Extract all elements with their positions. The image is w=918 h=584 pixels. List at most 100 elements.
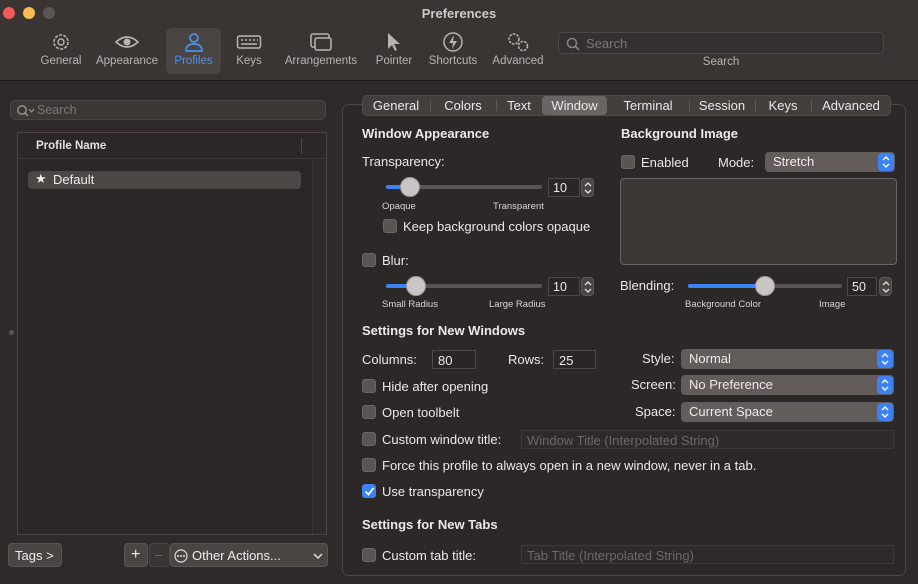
blur-stepper[interactable] [581, 277, 594, 296]
tab-keys[interactable]: Keys [756, 96, 810, 115]
rows-label: Rows: [508, 352, 545, 367]
enabled-label: Enabled [641, 155, 689, 170]
open-toolbelt-checkbox[interactable] [362, 405, 376, 419]
custom-window-title-label: Custom window title: [382, 432, 502, 447]
checkmark-icon [364, 487, 375, 496]
columns-label: Columns: [362, 352, 417, 367]
profile-table-header[interactable]: Profile Name [18, 133, 326, 159]
toolbar-item-keys[interactable]: Keys [228, 28, 270, 74]
blur-checkbox[interactable] [362, 253, 376, 267]
stepper-arrows-icon [584, 281, 592, 293]
profile-row-default[interactable]: ★ Default [28, 171, 301, 189]
profile-settings-panel [342, 104, 906, 576]
blur-value-field[interactable]: 10 [548, 277, 580, 296]
window-title-field[interactable]: Window Title (Interpolated String) [521, 430, 894, 449]
background-color-label: Background Color [685, 299, 762, 310]
toolbar-item-profiles[interactable]: Profiles [166, 28, 221, 74]
tab-title-field[interactable]: Tab Title (Interpolated String) [521, 545, 894, 564]
popup-arrows-icon [877, 403, 893, 421]
column-separator [301, 138, 302, 154]
toolbar-item-shortcuts[interactable]: Shortcuts [426, 28, 480, 74]
use-transparency-label: Use transparency [382, 484, 484, 499]
tab-terminal[interactable]: Terminal [608, 96, 688, 115]
blending-label: Blending: [620, 278, 675, 293]
open-toolbelt-label: Open toolbelt [382, 405, 460, 420]
tab-colors[interactable]: Colors [431, 96, 495, 115]
transparency-label: Transparency: [362, 154, 445, 169]
search-icon [566, 37, 580, 51]
tab-title-placeholder: Tab Title (Interpolated String) [527, 548, 694, 563]
add-profile-label: + [131, 546, 141, 563]
image-label: Image [819, 299, 846, 310]
keep-opaque-checkbox[interactable] [383, 219, 397, 233]
blending-slider-knob[interactable] [755, 276, 775, 296]
pointer-icon [388, 33, 400, 51]
blur-label: Blur: [382, 253, 409, 268]
blur-slider-knob[interactable] [406, 276, 426, 296]
toolbar-search-field[interactable]: Search [558, 32, 884, 54]
custom-window-title-checkbox[interactable] [362, 432, 376, 446]
window-title: Preferences [421, 6, 497, 21]
style-label: Style: [642, 351, 675, 366]
keyboard-icon [236, 35, 262, 49]
toolbar-item-appearance[interactable]: Appearance [94, 28, 160, 74]
toolbar-item-pointer[interactable]: Pointer [372, 28, 416, 74]
star-icon: ★ [35, 171, 47, 186]
toolbar-label-arrangements: Arrangements [284, 55, 358, 67]
new-tabs-heading: Settings for New Tabs [362, 517, 498, 532]
toolbar-item-general[interactable]: General [38, 28, 84, 74]
tab-general[interactable]: General [363, 96, 429, 115]
blending-stepper[interactable] [879, 277, 892, 296]
transparency-value: 10 [553, 181, 567, 195]
ellipsis-circle-icon [174, 549, 188, 563]
chevron-down-icon [313, 553, 323, 560]
transparency-slider-knob[interactable] [400, 177, 420, 197]
tab-text[interactable]: Text [497, 96, 541, 115]
tags-button[interactable]: Tags > [8, 543, 62, 567]
toolbar-label-general: General [40, 55, 82, 67]
toolbar-item-arrangements[interactable]: Arrangements [282, 28, 360, 74]
space-popup[interactable]: Current Space [681, 402, 894, 422]
toolbar-label-pointer: Pointer [375, 55, 413, 67]
mode-popup[interactable]: Stretch [765, 152, 895, 172]
screen-value: No Preference [689, 377, 773, 392]
bolt-icon [443, 32, 463, 52]
background-image-well[interactable] [620, 178, 897, 265]
tags-button-label: Tags > [15, 548, 54, 563]
transparency-value-field[interactable]: 10 [548, 178, 580, 197]
remove-profile-button[interactable]: – [149, 543, 170, 567]
enabled-checkbox[interactable] [621, 155, 635, 169]
tab-window[interactable]: Window [542, 96, 607, 115]
toolbar-label-shortcuts: Shortcuts [428, 55, 478, 67]
column-header-profile-name: Profile Name [36, 140, 107, 152]
split-view-handle[interactable] [9, 330, 14, 335]
profile-table-scrollbar[interactable] [312, 160, 326, 534]
other-actions-popup[interactable]: Other Actions... [170, 543, 328, 567]
background-image-heading: Background Image [621, 126, 739, 141]
remove-profile-label: – [155, 547, 163, 562]
popup-arrows-icon [878, 153, 894, 171]
style-popup[interactable]: Normal [681, 349, 894, 369]
custom-tab-title-checkbox[interactable] [362, 548, 376, 562]
profile-search-field[interactable]: Search [10, 100, 326, 120]
windows-icon [310, 33, 332, 51]
blending-value-field[interactable]: 50 [847, 277, 877, 296]
rows-field[interactable]: 25 [553, 350, 596, 369]
tab-advanced[interactable]: Advanced [812, 96, 890, 115]
columns-field[interactable]: 80 [432, 350, 476, 369]
hide-after-opening-checkbox[interactable] [362, 379, 376, 393]
screen-popup[interactable]: No Preference [681, 375, 894, 395]
force-new-window-checkbox[interactable] [362, 458, 376, 472]
use-transparency-checkbox[interactable] [362, 484, 376, 498]
add-profile-button[interactable]: + [124, 543, 148, 567]
window-appearance-heading: Window Appearance [362, 126, 490, 141]
tab-session[interactable]: Session [690, 96, 754, 115]
profile-name: Default [53, 172, 95, 187]
search-icon [17, 105, 35, 117]
mode-label: Mode: [718, 155, 755, 170]
toolbar-item-advanced[interactable]: Advanced [490, 28, 546, 74]
transparency-stepper[interactable] [581, 178, 594, 197]
stepper-arrows-icon [882, 281, 890, 293]
toolbar-label-appearance: Appearance [95, 55, 159, 67]
small-radius-label: Small Radius [382, 299, 438, 310]
